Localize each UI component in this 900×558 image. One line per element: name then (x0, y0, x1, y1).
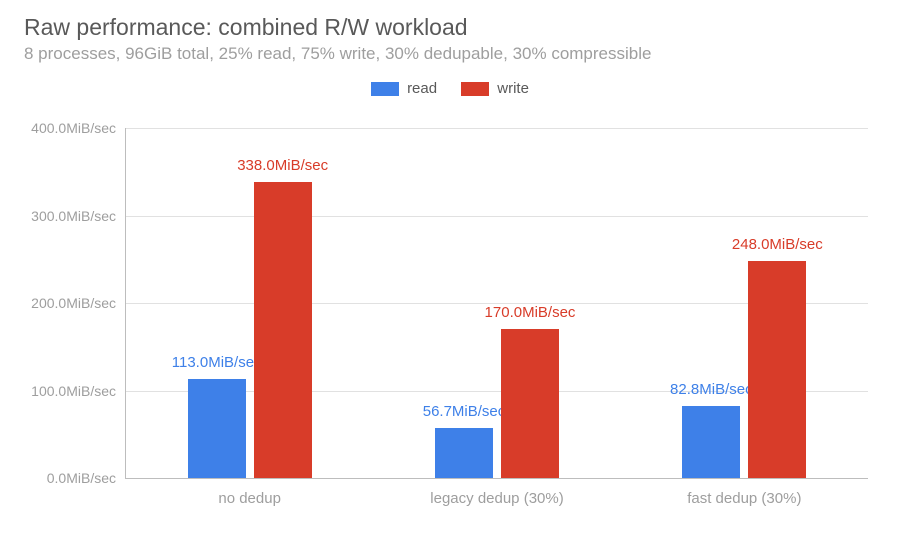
value-label-write: 170.0MiB/sec (485, 304, 576, 321)
bar-write (501, 329, 559, 478)
gridline (126, 128, 868, 129)
bar-write (748, 261, 806, 478)
bar-write (254, 182, 312, 478)
legend-label-write: write (497, 80, 529, 97)
chart-legend: read write (0, 80, 900, 100)
legend-label-read: read (407, 80, 437, 97)
value-label-read: 82.8MiB/sec (670, 381, 753, 398)
legend-item-write: write (461, 80, 529, 97)
y-tick-label: 0.0MiB/sec (47, 470, 116, 486)
y-tick-label: 300.0MiB/sec (31, 208, 116, 224)
legend-item-read: read (371, 80, 437, 97)
bar-read (188, 379, 246, 478)
chart-title: Raw performance: combined R/W workload (24, 14, 468, 41)
x-tick-label: legacy dedup (30%) (430, 490, 563, 507)
legend-swatch-write-icon (461, 82, 489, 96)
legend-swatch-read-icon (371, 82, 399, 96)
y-tick-label: 100.0MiB/sec (31, 383, 116, 399)
bar-read (682, 406, 740, 478)
value-label-write: 338.0MiB/sec (237, 157, 328, 174)
plot-area: 0.0MiB/sec100.0MiB/sec200.0MiB/sec300.0M… (125, 128, 868, 479)
y-tick-label: 400.0MiB/sec (31, 120, 116, 136)
x-tick-label: fast dedup (30%) (687, 490, 801, 507)
chart-container: Raw performance: combined R/W workload 8… (0, 0, 900, 558)
value-label-write: 248.0MiB/sec (732, 236, 823, 253)
chart-subtitle: 8 processes, 96GiB total, 25% read, 75% … (24, 44, 651, 64)
value-label-read: 113.0MiB/sec (172, 354, 262, 371)
x-tick-label: no dedup (218, 490, 281, 507)
gridline (126, 216, 868, 217)
y-tick-label: 200.0MiB/sec (31, 295, 116, 311)
bar-read (435, 428, 493, 478)
value-label-read: 56.7MiB/sec (423, 403, 506, 420)
